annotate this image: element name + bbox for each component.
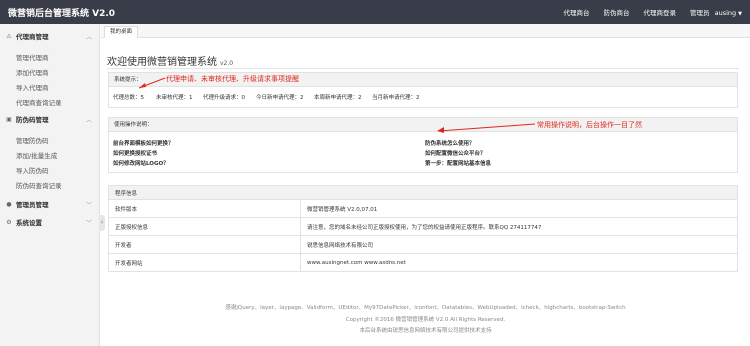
sidebar-item-agent-query-log[interactable]: 代理商查询记录 bbox=[16, 97, 62, 107]
sidebar-group-agent[interactable]: ⚠ 代理商管理 ︿ bbox=[0, 29, 100, 43]
footer-copyright: Copyright ©2016 微营销管理系统 V2.0 All Rights … bbox=[345, 317, 506, 323]
divider bbox=[107, 68, 739, 69]
stat-week-new: 本周新申请代理：2 bbox=[314, 95, 362, 101]
stat-month-new: 当月新申请代理：2 bbox=[372, 95, 420, 101]
version-label: v2.0 bbox=[220, 60, 234, 67]
table-row: 软件版本 微营销管理系统 V2.0,07,01 bbox=[108, 199, 738, 218]
annotation-arrow bbox=[437, 123, 536, 133]
user-role-label: 管理员 bbox=[690, 9, 710, 17]
table-row: 开发者网站 www.ausingnet.com www.asdns.net bbox=[108, 253, 738, 272]
top-nav: 代理商台 防伪商台 代理商登录 管理员 ausing ▼ bbox=[564, 0, 742, 24]
help-link-template[interactable]: 前台界面模板如何更换？ bbox=[113, 139, 174, 147]
top-bar: 微营销后台管理系统 V2.0 代理商台 防伪商台 代理商登录 管理员 ausin… bbox=[0, 0, 750, 24]
footer-credits: 感谢jQuery、layer、laypage、Validform、UEditor… bbox=[225, 305, 626, 311]
sidebar-group-settings[interactable]: ⚙ 系统设置 ﹀ bbox=[0, 215, 100, 229]
sidebar-item-manage-codes[interactable]: 管理防伪码 bbox=[16, 135, 49, 145]
program-info-title: 程序信息 bbox=[108, 185, 738, 200]
user-icon: ● bbox=[6, 200, 12, 208]
help-link-wechat-config[interactable]: 如何配置微信公众平台？ bbox=[425, 149, 486, 157]
tab-my-desktop[interactable]: 我的桌面 bbox=[104, 26, 138, 38]
row-key: 开发者网站 bbox=[108, 253, 301, 272]
footer-support: 本后台系统由锐思信息网络技术有限公司提供技术支持 bbox=[359, 328, 492, 334]
sidebar-group-admin[interactable]: ● 管理员管理 ﹀ bbox=[0, 197, 100, 211]
main-content: 欢迎使用微营销管理系统 v2.0 系统提示： 代理申请、未审核代理、升级请求事项提… bbox=[101, 38, 750, 346]
help-panel: 使用操作说明： bbox=[108, 117, 738, 173]
username: ausing bbox=[714, 9, 737, 17]
stat-total-agents: 代理总数：5 bbox=[113, 95, 144, 101]
annotation-hint: 代理申请、未审核代理、升级请求事项提醒 bbox=[166, 75, 299, 83]
row-value: 锐思信息网络技术有限公司 bbox=[300, 235, 738, 254]
table-header-row: 程序信息 bbox=[108, 185, 738, 200]
sidebar-item-code-query-log[interactable]: 防伪码查询记录 bbox=[16, 180, 62, 190]
table-row: 开发者 锐思信息网络技术有限公司 bbox=[108, 235, 738, 254]
help-link-anticounterfeit-usage[interactable]: 防伪系统怎么使用？ bbox=[425, 139, 475, 147]
sidebar-item-import-agents[interactable]: 导入代理商 bbox=[16, 82, 49, 92]
row-key: 软件版本 bbox=[108, 199, 301, 218]
sidebar-item-add-agent[interactable]: 添加代理商 bbox=[16, 67, 49, 77]
annotation-help: 常用操作说明，后台操作一目了然 bbox=[537, 121, 642, 129]
nav-agent-login[interactable]: 代理商登录 bbox=[644, 7, 677, 17]
tab-bar: 我的桌面 bbox=[101, 24, 750, 38]
gear-icon: ⚙ bbox=[6, 218, 12, 226]
user-menu[interactable]: 管理员 ausing ▼ bbox=[690, 7, 742, 17]
warning-triangle-icon: ⚠ bbox=[6, 32, 12, 40]
sidebar-group-anticounterfeit[interactable]: ▣ 防伪码管理 ︿ bbox=[0, 112, 100, 126]
help-header: 使用操作说明： bbox=[109, 118, 737, 132]
sidebar: ⚠ 代理商管理 ︿ 管理代理商 添加代理商 导入代理商 代理商查询记录 ▣ 防伪… bbox=[0, 24, 100, 346]
annotation-arrow bbox=[138, 77, 166, 89]
help-link-logo[interactable]: 如何修改网站LOGO？ bbox=[113, 159, 169, 167]
table-row: 正版授权信息 请注意，您的域名未经公司正版授权使用，为了您的权益请使用正版程序。… bbox=[108, 217, 738, 236]
box-icon: ▣ bbox=[6, 115, 12, 123]
chevron-up-icon: ︿ bbox=[85, 117, 92, 124]
row-key: 正版授权信息 bbox=[108, 217, 301, 236]
sidebar-item-manage-agents[interactable]: 管理代理商 bbox=[16, 52, 49, 62]
stat-unreviewed-agents: 未审核代理：1 bbox=[156, 95, 193, 101]
chevron-up-icon: ︿ bbox=[85, 34, 92, 41]
chevron-down-icon: ﹀ bbox=[85, 202, 92, 209]
row-value[interactable]: www.ausingnet.com www.asdns.net bbox=[300, 253, 738, 272]
sidebar-item-batch-generate[interactable]: 添加/批量生成 bbox=[16, 150, 57, 160]
sidebar-item-import-codes[interactable]: 导入防伪码 bbox=[16, 165, 49, 175]
stat-upgrade-requests: 代理升级请求：0 bbox=[203, 95, 245, 101]
help-link-site-config[interactable]: 第一步：配置网站基本信息 bbox=[425, 159, 491, 167]
nav-agent-platform[interactable]: 代理商台 bbox=[564, 7, 590, 17]
stat-today-new: 今日新申请代理：2 bbox=[256, 95, 304, 101]
chevron-down-icon: ﹀ bbox=[85, 220, 92, 227]
row-value: 微营销管理系统 V2.0,07,01 bbox=[300, 199, 738, 218]
row-value: 请注意，您的域名未经公司正版授权使用，为了您的权益请使用正版程序。联系QQ 27… bbox=[300, 217, 738, 236]
chevron-down-icon: ▼ bbox=[738, 11, 742, 17]
app-title: 微营销后台管理系统 V2.0 bbox=[8, 9, 116, 19]
page-title: 欢迎使用微营销管理系统 v2.0 bbox=[107, 57, 234, 68]
row-key: 开发者 bbox=[108, 235, 301, 254]
nav-anticounterfeit-platform[interactable]: 防伪商台 bbox=[604, 7, 630, 17]
help-link-certificate[interactable]: 如何更换授权证书 bbox=[113, 149, 157, 157]
program-info-table: 程序信息 软件版本 微营销管理系统 V2.0,07,01 正版授权信息 请注意，… bbox=[108, 185, 738, 272]
